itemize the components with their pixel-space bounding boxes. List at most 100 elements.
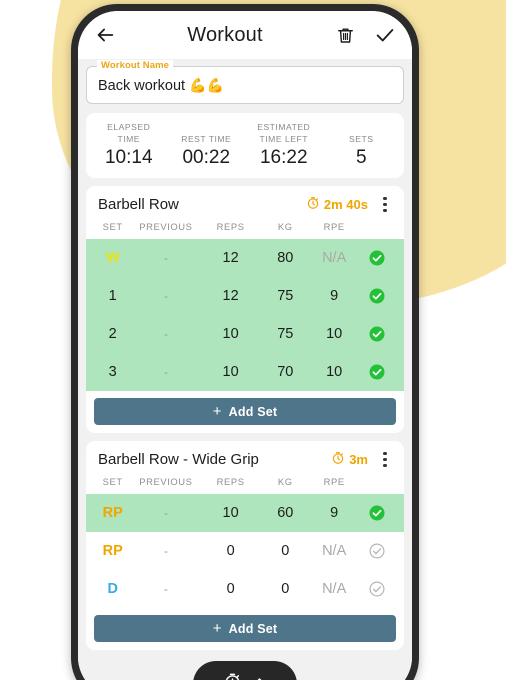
phone-screen: Workout Workout Name Back workout 💪💪 ELA… — [78, 11, 412, 680]
trash-icon — [336, 26, 355, 45]
kg-value[interactable]: 75 — [261, 326, 310, 342]
rest-duration: 3m — [349, 452, 368, 467]
exercise-name: Barbell Row - Wide Grip — [98, 451, 259, 468]
table-row[interactable]: 3 - 10 70 10 — [86, 353, 404, 391]
set-label[interactable]: 1 — [94, 288, 131, 304]
column-header-kg: KG — [277, 476, 293, 487]
stat-value: 16:22 — [259, 147, 308, 168]
stats-row: ELAPSED TIME 10:14 REST TIME 00:22 ESTIMATED… — [86, 113, 404, 178]
stat-0: ELAPSED TIME 10:14 — [90, 121, 168, 169]
set-complete-toggle[interactable] — [359, 249, 396, 267]
workout-scroll-area[interactable]: Workout Name Back workout 💪💪 ELAPSED TIM… — [78, 59, 412, 680]
rest-timer-chip[interactable]: 2m 40s — [306, 196, 368, 213]
column-header-reps: REPS — [216, 221, 245, 232]
table-header-row: SET PREVIOUS REPS KG RPE — [86, 219, 404, 239]
column-header-previous: PREVIOUS — [139, 221, 193, 232]
kebab-menu-icon[interactable] — [378, 197, 392, 212]
table-row[interactable]: 1 - 12 75 9 — [86, 277, 404, 315]
set-label[interactable]: W — [94, 250, 131, 266]
kg-value[interactable]: 70 — [261, 364, 310, 380]
reps-value[interactable]: 12 — [200, 250, 260, 266]
table-row[interactable]: RP - 10 60 9 — [86, 494, 404, 532]
table-row[interactable]: RP -0 0 N/A — [86, 532, 404, 570]
plus-icon: + — [212, 403, 222, 420]
stat-3: SETS 5 — [323, 133, 401, 169]
set-label[interactable]: RP — [94, 543, 131, 559]
kg-value[interactable]: 0 — [261, 543, 310, 559]
exercise-name: Barbell Row — [98, 196, 179, 213]
reps-value[interactable]: 10 — [200, 364, 260, 380]
timer-icon — [223, 672, 242, 680]
workout-name-input[interactable]: Back workout 💪💪 — [98, 77, 224, 94]
rpe-value[interactable]: N/A — [310, 543, 359, 559]
back-button[interactable] — [92, 22, 118, 48]
reps-value[interactable]: 0 — [200, 543, 260, 559]
kg-value[interactable]: 75 — [261, 288, 310, 304]
kg-value[interactable]: 60 — [261, 505, 310, 521]
rpe-value[interactable]: N/A — [310, 581, 359, 597]
column-header-rpe: RPE — [323, 476, 345, 487]
exercise-list: Barbell Row 2m 40s SET PREVIOUS REPS KG RPE W -1… — [86, 186, 404, 650]
rpe-value[interactable]: 9 — [310, 288, 359, 304]
column-header-rpe: RPE — [323, 221, 345, 232]
workout-name-field[interactable]: Workout Name Back workout 💪💪 — [86, 60, 404, 104]
delete-workout-button[interactable] — [332, 22, 358, 48]
rpe-value[interactable]: N/A — [310, 250, 359, 266]
stat-1: REST TIME 00:22 — [168, 133, 246, 169]
set-complete-toggle[interactable] — [359, 580, 396, 598]
arrow-left-icon — [94, 24, 116, 46]
phone-frame: Workout Workout Name Back workout 💪💪 ELA… — [71, 4, 419, 680]
set-label[interactable]: RP — [94, 505, 131, 521]
previous-value: - — [163, 289, 168, 303]
app-bar: Workout — [78, 11, 412, 59]
plus-icon: + — [212, 620, 222, 637]
set-label[interactable]: 2 — [94, 326, 131, 342]
exercise-header: Barbell Row 2m 40s — [86, 186, 404, 219]
stat-value: 5 — [355, 147, 367, 168]
column-header-reps: REPS — [216, 476, 245, 487]
table-header-row: SET PREVIOUS REPS KG RPE — [86, 474, 404, 494]
set-label[interactable]: 3 — [94, 364, 131, 380]
reps-value[interactable]: 10 — [200, 326, 260, 342]
kebab-menu-icon[interactable] — [378, 452, 392, 467]
set-complete-toggle[interactable] — [359, 287, 396, 305]
timer-icon — [331, 451, 345, 468]
reps-value[interactable]: 12 — [200, 288, 260, 304]
rest-timer-bar[interactable] — [193, 661, 297, 680]
set-complete-toggle[interactable] — [359, 363, 396, 381]
add-set-area: + Add Set — [86, 608, 404, 650]
set-complete-toggle[interactable] — [359, 504, 396, 522]
rest-timer-chip[interactable]: 3m — [331, 451, 368, 468]
set-label[interactable]: D — [94, 581, 131, 597]
previous-value: - — [163, 506, 168, 520]
exercise-header: Barbell Row - Wide Grip 3m — [86, 441, 404, 474]
reps-value[interactable]: 10 — [200, 505, 260, 521]
workout-stats-card: ELAPSED TIME 10:14 REST TIME 00:22 ESTIMATED… — [86, 113, 404, 178]
stat-label: ELAPSED TIME — [107, 122, 151, 144]
add-set-label: Add Set — [228, 404, 278, 419]
bicep-emoji: 💪💪 — [189, 76, 224, 93]
kg-value[interactable]: 0 — [261, 581, 310, 597]
rpe-value[interactable]: 10 — [310, 326, 359, 342]
reps-value[interactable]: 0 — [200, 581, 260, 597]
stat-label: REST TIME — [181, 134, 232, 144]
table-row[interactable]: D -0 0 N/A — [86, 570, 404, 608]
stat-value: 00:22 — [182, 147, 231, 168]
rpe-value[interactable]: 10 — [310, 364, 359, 380]
previous-value: - — [163, 327, 168, 341]
screenshot-stage: Workout Workout Name Back workout 💪💪 ELA… — [0, 0, 506, 680]
previous-value: - — [163, 544, 168, 558]
workout-name-value: Back workout — [98, 77, 186, 94]
chevron-up-icon[interactable] — [252, 674, 267, 680]
finish-workout-button[interactable] — [372, 22, 398, 48]
column-header-kg: KG — [277, 221, 293, 232]
kg-value[interactable]: 80 — [261, 250, 310, 266]
page-title: Workout — [187, 23, 263, 46]
rpe-value[interactable]: 9 — [310, 505, 359, 521]
table-row[interactable]: W - 12 80 N/A — [86, 239, 404, 277]
add-set-button[interactable]: + Add Set — [94, 615, 396, 642]
set-complete-toggle[interactable] — [359, 542, 396, 560]
table-row[interactable]: 2 - 10 75 10 — [86, 315, 404, 353]
add-set-button[interactable]: + Add Set — [94, 398, 396, 425]
set-complete-toggle[interactable] — [359, 325, 396, 343]
